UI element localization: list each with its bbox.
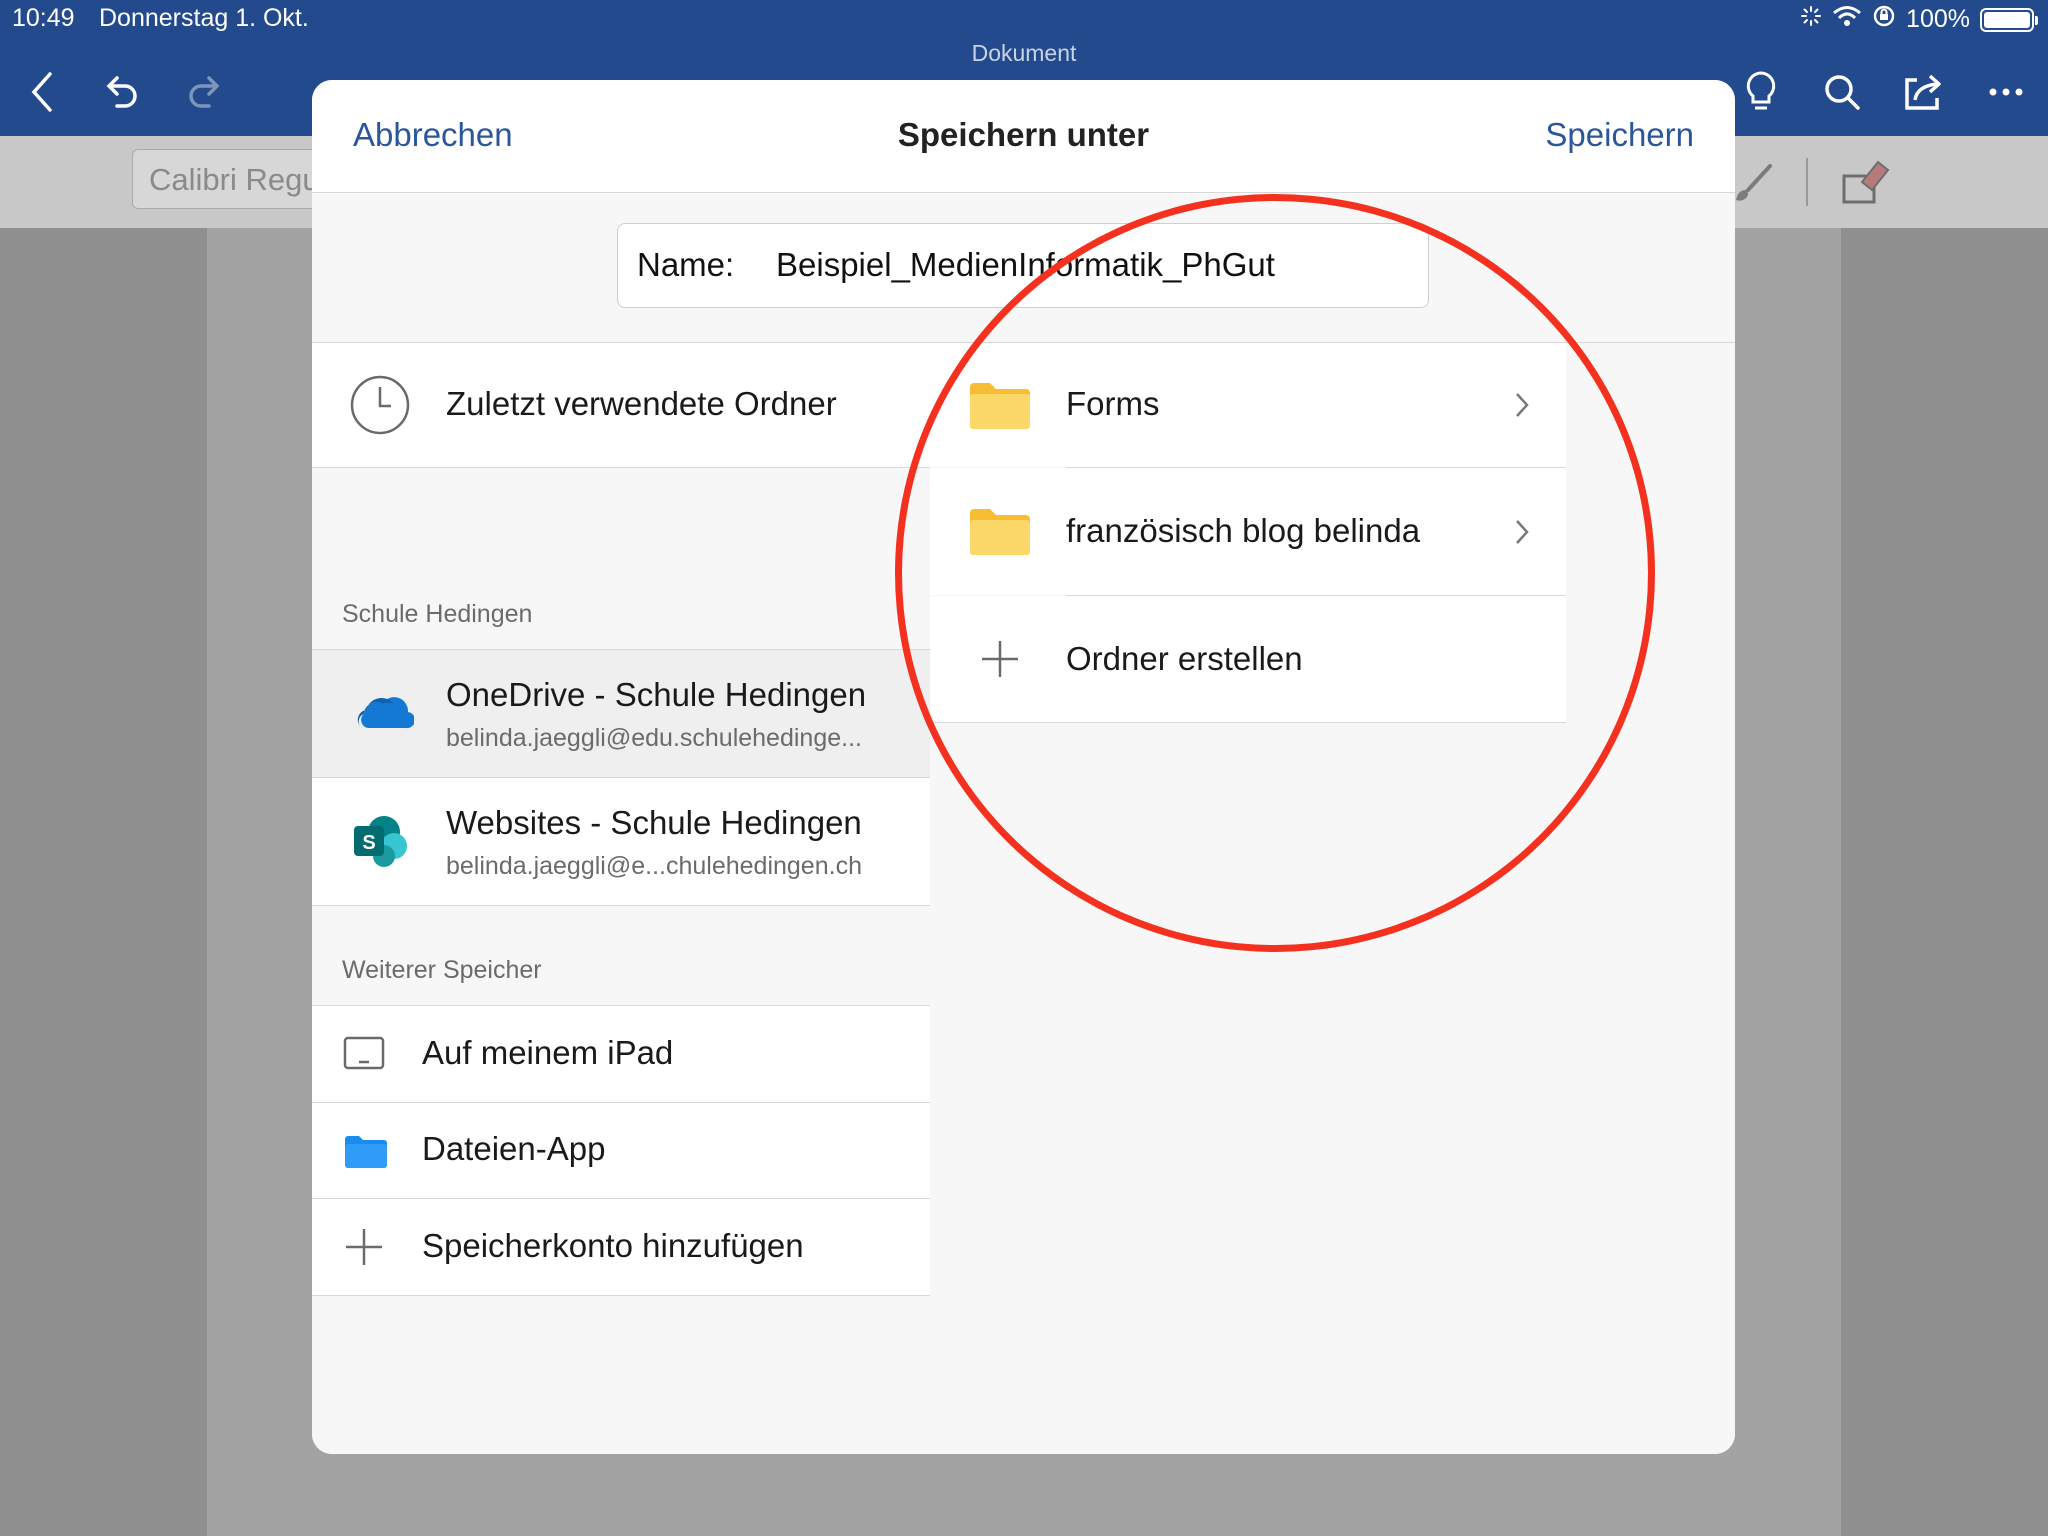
folder-item[interactable]: Forms bbox=[930, 343, 1566, 467]
more-icon[interactable] bbox=[1984, 70, 2028, 114]
section-school: Schule Hedingen bbox=[342, 600, 533, 628]
create-folder-item[interactable]: Ordner erstellen bbox=[930, 596, 1566, 722]
folders-pane: Forms französisch blog belinda Ordner er… bbox=[930, 342, 1567, 1454]
wifi-icon bbox=[1832, 5, 1862, 34]
page-margin-left bbox=[0, 228, 207, 1536]
divider bbox=[312, 1295, 930, 1296]
page-margin-right bbox=[1841, 228, 2048, 1536]
onedrive-icon bbox=[350, 688, 414, 734]
recent-folders-item[interactable]: Zuletzt verwendete Ordner bbox=[312, 343, 930, 467]
document-title: Dokument bbox=[971, 40, 1077, 66]
undo-icon[interactable] bbox=[101, 70, 145, 114]
status-time: 10:49 bbox=[12, 4, 75, 32]
ipad-icon bbox=[343, 1036, 385, 1070]
locations-pane: Zuletzt verwendete Ordner Schule Hedinge… bbox=[312, 342, 931, 1454]
file-name-input[interactable]: Beispiel_MedienInformatik_PhGut bbox=[776, 246, 1275, 284]
plus-icon bbox=[980, 639, 1020, 679]
folder-item[interactable]: französisch blog belinda bbox=[930, 468, 1566, 595]
onedrive-title: OneDrive - Schule Hedingen bbox=[446, 676, 867, 713]
dialog-title: Speichern unter bbox=[897, 116, 1150, 153]
battery-percent: 100% bbox=[1906, 5, 1970, 33]
section-other: Weiterer Speicher bbox=[342, 956, 542, 984]
search-icon[interactable] bbox=[1820, 70, 1864, 114]
ribbon-divider bbox=[1806, 158, 1808, 206]
divider bbox=[312, 467, 930, 468]
chevron-right-icon bbox=[1514, 391, 1530, 424]
onedrive-account: belinda.jaeggli@edu.schulehedinge... bbox=[446, 724, 862, 752]
add-storage-account-label: Speicherkonto hinzufügen bbox=[422, 1227, 804, 1264]
dialog-header: Abbrechen Speichern unter Speichern bbox=[312, 80, 1735, 193]
chevron-right-icon bbox=[1514, 518, 1530, 551]
websites-account: belinda.jaeggli@e...chulehedingen.ch bbox=[446, 852, 862, 880]
recent-folders-label: Zuletzt verwendete Ordner bbox=[446, 385, 837, 422]
save-button[interactable]: Speichern bbox=[1545, 116, 1694, 154]
clock-icon bbox=[350, 375, 410, 435]
plus-icon bbox=[344, 1227, 384, 1267]
folder-name: französisch blog belinda bbox=[1066, 512, 1421, 549]
divider bbox=[930, 722, 1566, 723]
folder-name: Forms bbox=[1066, 385, 1160, 422]
folder-icon bbox=[968, 381, 1032, 431]
empty-pane bbox=[1566, 342, 1735, 1454]
files-app-item[interactable]: Dateien-App bbox=[312, 1103, 930, 1198]
status-date: Donnerstag 1. Okt. bbox=[99, 4, 309, 32]
redo-icon[interactable] bbox=[181, 70, 225, 114]
websites-item[interactable]: S Websites - Schule Hedingen belinda.jae… bbox=[312, 778, 930, 905]
file-name-field[interactable]: Name: Beispiel_MedienInformatik_PhGut bbox=[617, 223, 1429, 308]
battery-icon bbox=[1980, 7, 2038, 32]
on-my-ipad-label: Auf meinem iPad bbox=[422, 1034, 674, 1071]
create-folder-label: Ordner erstellen bbox=[1066, 640, 1303, 677]
brush-icon[interactable] bbox=[1730, 160, 1776, 211]
lightbulb-icon[interactable] bbox=[1739, 70, 1783, 114]
svg-text:S: S bbox=[362, 832, 375, 854]
back-icon[interactable] bbox=[20, 70, 64, 114]
files-app-label: Dateien-App bbox=[422, 1130, 606, 1167]
activity-icon bbox=[1800, 5, 1822, 34]
rotation-lock-icon bbox=[1872, 4, 1896, 35]
add-storage-account-item[interactable]: Speicherkonto hinzufügen bbox=[312, 1199, 930, 1295]
websites-title: Websites - Schule Hedingen bbox=[446, 804, 862, 841]
on-my-ipad-item[interactable]: Auf meinem iPad bbox=[312, 1006, 930, 1102]
file-name-label: Name: bbox=[637, 246, 735, 283]
files-app-icon bbox=[343, 1133, 389, 1169]
divider bbox=[312, 905, 930, 906]
status-indicators: 100% bbox=[1800, 4, 2038, 35]
folder-icon bbox=[968, 507, 1032, 557]
save-as-dialog: Abbrechen Speichern unter Speichern Name… bbox=[312, 80, 1735, 1454]
share-icon[interactable] bbox=[1902, 70, 1946, 114]
eraser-icon[interactable] bbox=[1840, 156, 1892, 213]
onedrive-item[interactable]: OneDrive - Schule Hedingen belinda.jaegg… bbox=[312, 650, 930, 777]
sharepoint-icon: S bbox=[350, 814, 410, 870]
